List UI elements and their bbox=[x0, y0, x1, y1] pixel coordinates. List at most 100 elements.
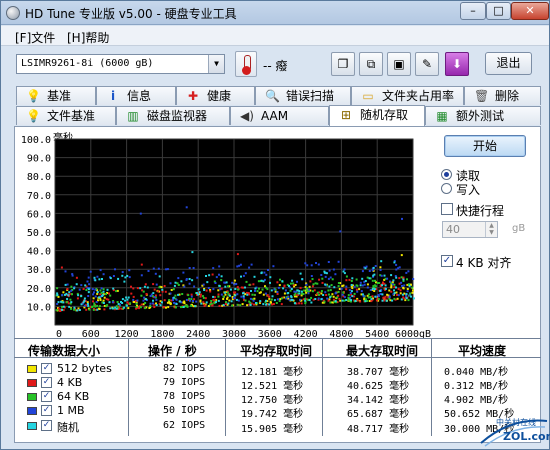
scatter-point bbox=[397, 267, 400, 270]
tab-random-access[interactable]: ⊞ 随机存取 bbox=[329, 105, 425, 126]
scatter-point bbox=[313, 289, 316, 292]
scatter-point bbox=[144, 283, 147, 286]
scatter-point bbox=[361, 270, 364, 273]
scatter-point bbox=[66, 288, 69, 290]
scatter-point bbox=[401, 293, 404, 296]
scatter-point bbox=[115, 290, 118, 293]
scatter-point bbox=[318, 278, 321, 281]
scatter-point bbox=[153, 288, 156, 291]
scatter-point bbox=[164, 290, 167, 293]
scatter-point bbox=[318, 293, 320, 296]
scatter-point bbox=[139, 287, 142, 290]
scatter-point bbox=[347, 294, 350, 297]
scatter-point bbox=[92, 297, 95, 300]
scatter-point bbox=[199, 293, 202, 296]
scatter-point bbox=[87, 276, 90, 279]
scatter-point bbox=[82, 288, 85, 290]
scatter-point bbox=[364, 267, 367, 270]
scatter-point bbox=[210, 302, 213, 305]
scatter-point bbox=[191, 251, 194, 254]
short-stroke-spinner[interactable]: 40 ▲ ▼ bbox=[442, 221, 498, 238]
scatter-point bbox=[197, 288, 200, 291]
scatter-point bbox=[298, 302, 301, 305]
scatter-point bbox=[242, 274, 245, 277]
scatter-point bbox=[379, 266, 382, 269]
series-checkbox[interactable]: ✓ bbox=[41, 405, 52, 416]
series-checkbox[interactable]: ✓ bbox=[41, 377, 52, 388]
cell-max: 40.625 毫秒 bbox=[347, 381, 410, 392]
scatter-point bbox=[124, 276, 127, 279]
series-checkbox[interactable]: ✓ bbox=[41, 391, 52, 402]
scatter-point bbox=[162, 306, 165, 308]
scatter-point bbox=[56, 292, 59, 295]
scatter-point bbox=[236, 293, 239, 296]
scatter-point bbox=[314, 282, 317, 285]
scatter-point bbox=[412, 297, 415, 300]
scatter-point bbox=[143, 285, 146, 288]
scatter-point bbox=[371, 287, 374, 290]
scatter-point bbox=[55, 309, 58, 312]
scatter-point bbox=[269, 276, 272, 279]
scatter-point bbox=[98, 278, 101, 281]
scatter-point bbox=[350, 280, 353, 282]
scatter-point bbox=[233, 283, 236, 286]
align-4kb-checkbox[interactable]: ✓ bbox=[441, 255, 453, 267]
scatter-point bbox=[238, 264, 241, 267]
scatter-point bbox=[259, 291, 262, 294]
scatter-point bbox=[185, 206, 188, 209]
scatter-point bbox=[379, 269, 382, 271]
scatter-point bbox=[147, 270, 150, 272]
scatter-point bbox=[358, 288, 361, 291]
scatter-point bbox=[334, 291, 337, 294]
scatter-point bbox=[93, 304, 96, 307]
scatter-point bbox=[310, 264, 313, 267]
scatter-point bbox=[356, 290, 359, 293]
start-button[interactable]: 开始 bbox=[444, 135, 526, 157]
scatter-point bbox=[153, 296, 156, 299]
scatter-point bbox=[116, 301, 119, 303]
scatter-point bbox=[411, 291, 414, 294]
scatter-point bbox=[397, 288, 400, 290]
scatter-point bbox=[329, 301, 332, 304]
scatter-point bbox=[254, 287, 257, 290]
scatter-point bbox=[380, 274, 383, 277]
scatter-point bbox=[96, 308, 99, 311]
scatter-point bbox=[182, 306, 185, 308]
scatter-point bbox=[233, 296, 236, 299]
scatter-point bbox=[345, 279, 348, 282]
scatter-point bbox=[399, 289, 402, 292]
spinner-arrows-icon[interactable]: ▲ ▼ bbox=[485, 222, 497, 237]
scatter-point bbox=[395, 286, 397, 289]
scatter-point bbox=[246, 293, 249, 296]
scatter-point bbox=[227, 285, 229, 288]
scatter-point bbox=[272, 303, 275, 305]
read-radio[interactable] bbox=[441, 169, 452, 180]
scatter-point bbox=[123, 280, 126, 283]
scatter-point bbox=[66, 298, 69, 300]
scatter-point bbox=[92, 308, 95, 311]
short-stroke-checkbox[interactable] bbox=[441, 203, 453, 215]
scatter-point bbox=[341, 293, 344, 296]
table-border-top bbox=[14, 338, 541, 339]
series-checkbox[interactable]: ✓ bbox=[41, 363, 52, 374]
scatter-point bbox=[127, 296, 130, 299]
series-checkbox[interactable]: ✓ bbox=[41, 420, 52, 431]
scatter-point bbox=[240, 295, 243, 298]
scatter-point bbox=[361, 293, 364, 296]
scatter-point bbox=[70, 307, 73, 310]
cell-speed: 4.902 MB/秒 bbox=[444, 395, 509, 406]
scatter-point bbox=[237, 288, 240, 291]
random-icon: ⊞ bbox=[340, 108, 352, 122]
scatter-point bbox=[89, 270, 92, 273]
scatter-point bbox=[321, 281, 324, 284]
scatter-point bbox=[278, 300, 281, 302]
scatter-point bbox=[212, 298, 215, 301]
scatter-point bbox=[93, 276, 96, 279]
scatter-point bbox=[345, 275, 348, 278]
scatter-point bbox=[198, 291, 201, 294]
scatter-point bbox=[248, 293, 251, 296]
scatter-point bbox=[95, 301, 98, 303]
scatter-point bbox=[174, 306, 177, 309]
scatter-point bbox=[401, 284, 403, 287]
write-radio[interactable] bbox=[441, 183, 452, 194]
